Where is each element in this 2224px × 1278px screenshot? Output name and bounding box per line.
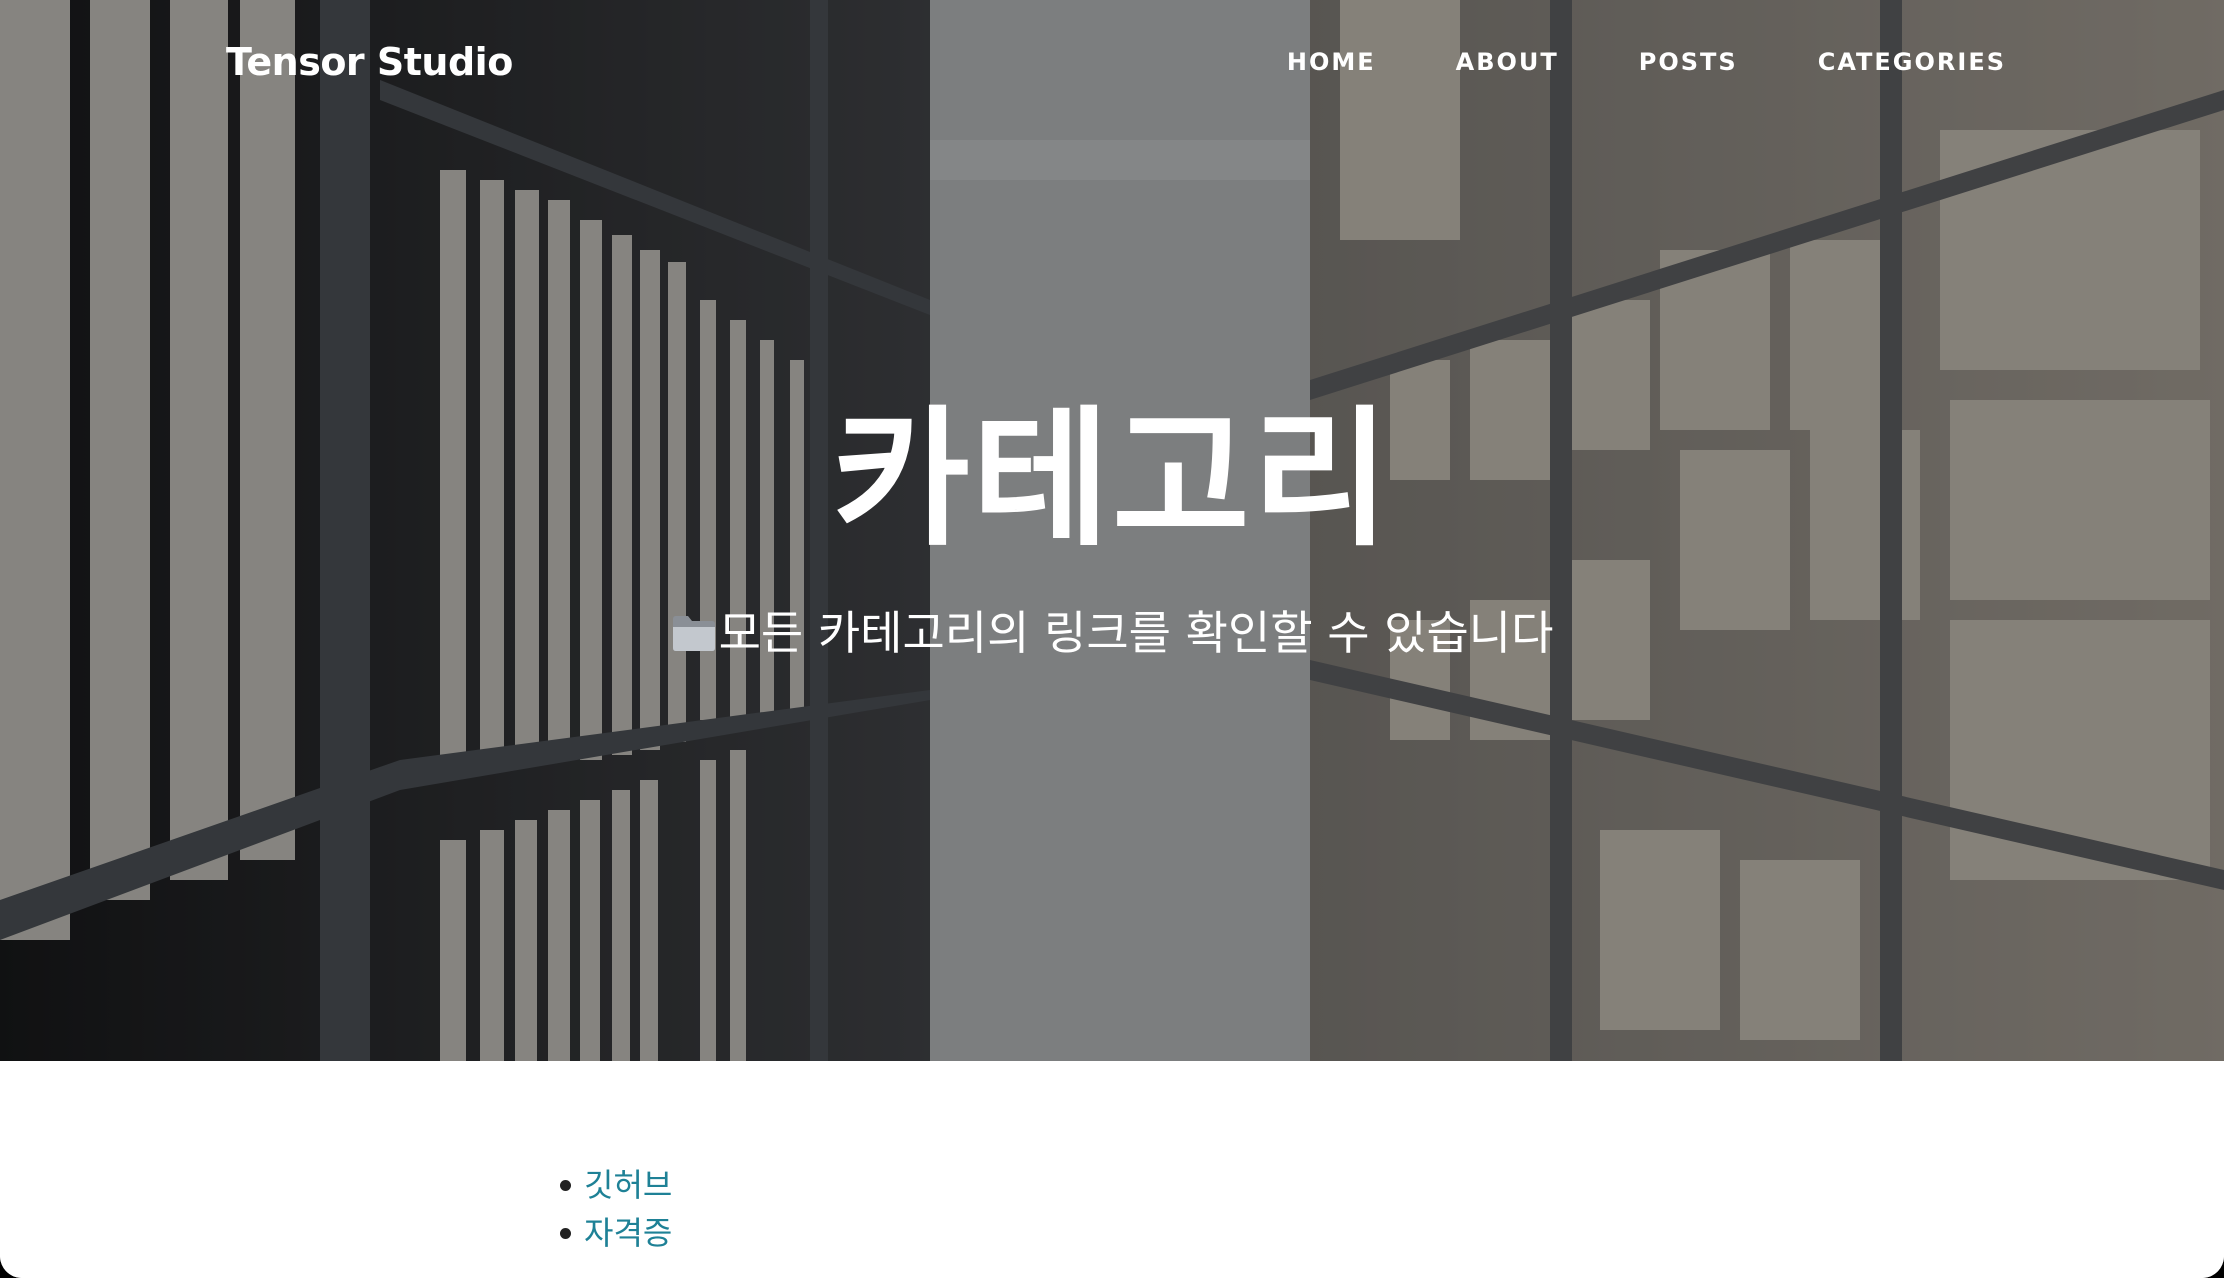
bullet-icon — [560, 1180, 571, 1191]
list-item: 깃허브 — [560, 1161, 672, 1209]
page-subtitle: 모든 카테고리의 링크를 확인할 수 있습니다 — [0, 602, 2224, 664]
hero-banner: Tensor Studio HOME ABOUT POSTS CATEGORIE… — [0, 0, 2224, 1061]
nav-posts-link[interactable]: POSTS — [1639, 42, 1738, 82]
list-item: 자격증 — [560, 1209, 672, 1257]
main-nav: HOME ABOUT POSTS CATEGORIES — [1287, 42, 2006, 82]
bullet-icon — [560, 1228, 571, 1239]
category-list: 깃허브 자격증 — [560, 1161, 672, 1257]
page-subtitle-text: 모든 카테고리의 링크를 확인할 수 있습니다 — [718, 606, 1554, 660]
page: Tensor Studio HOME ABOUT POSTS CATEGORIE… — [0, 0, 2224, 1278]
folder-icon — [672, 616, 715, 651]
page-title: 카테고리 — [831, 393, 1392, 567]
brand-logo-link[interactable]: Tensor Studio — [226, 34, 513, 90]
category-link-certificate[interactable]: 자격증 — [584, 1214, 672, 1252]
nav-about-link[interactable]: ABOUT — [1456, 42, 1559, 82]
nav-home-link[interactable]: HOME — [1287, 42, 1376, 82]
category-content: 깃허브 자격증 — [0, 1061, 2224, 1278]
category-link-github[interactable]: 깃허브 — [584, 1166, 672, 1204]
nav-categories-link[interactable]: CATEGORIES — [1818, 42, 2006, 82]
